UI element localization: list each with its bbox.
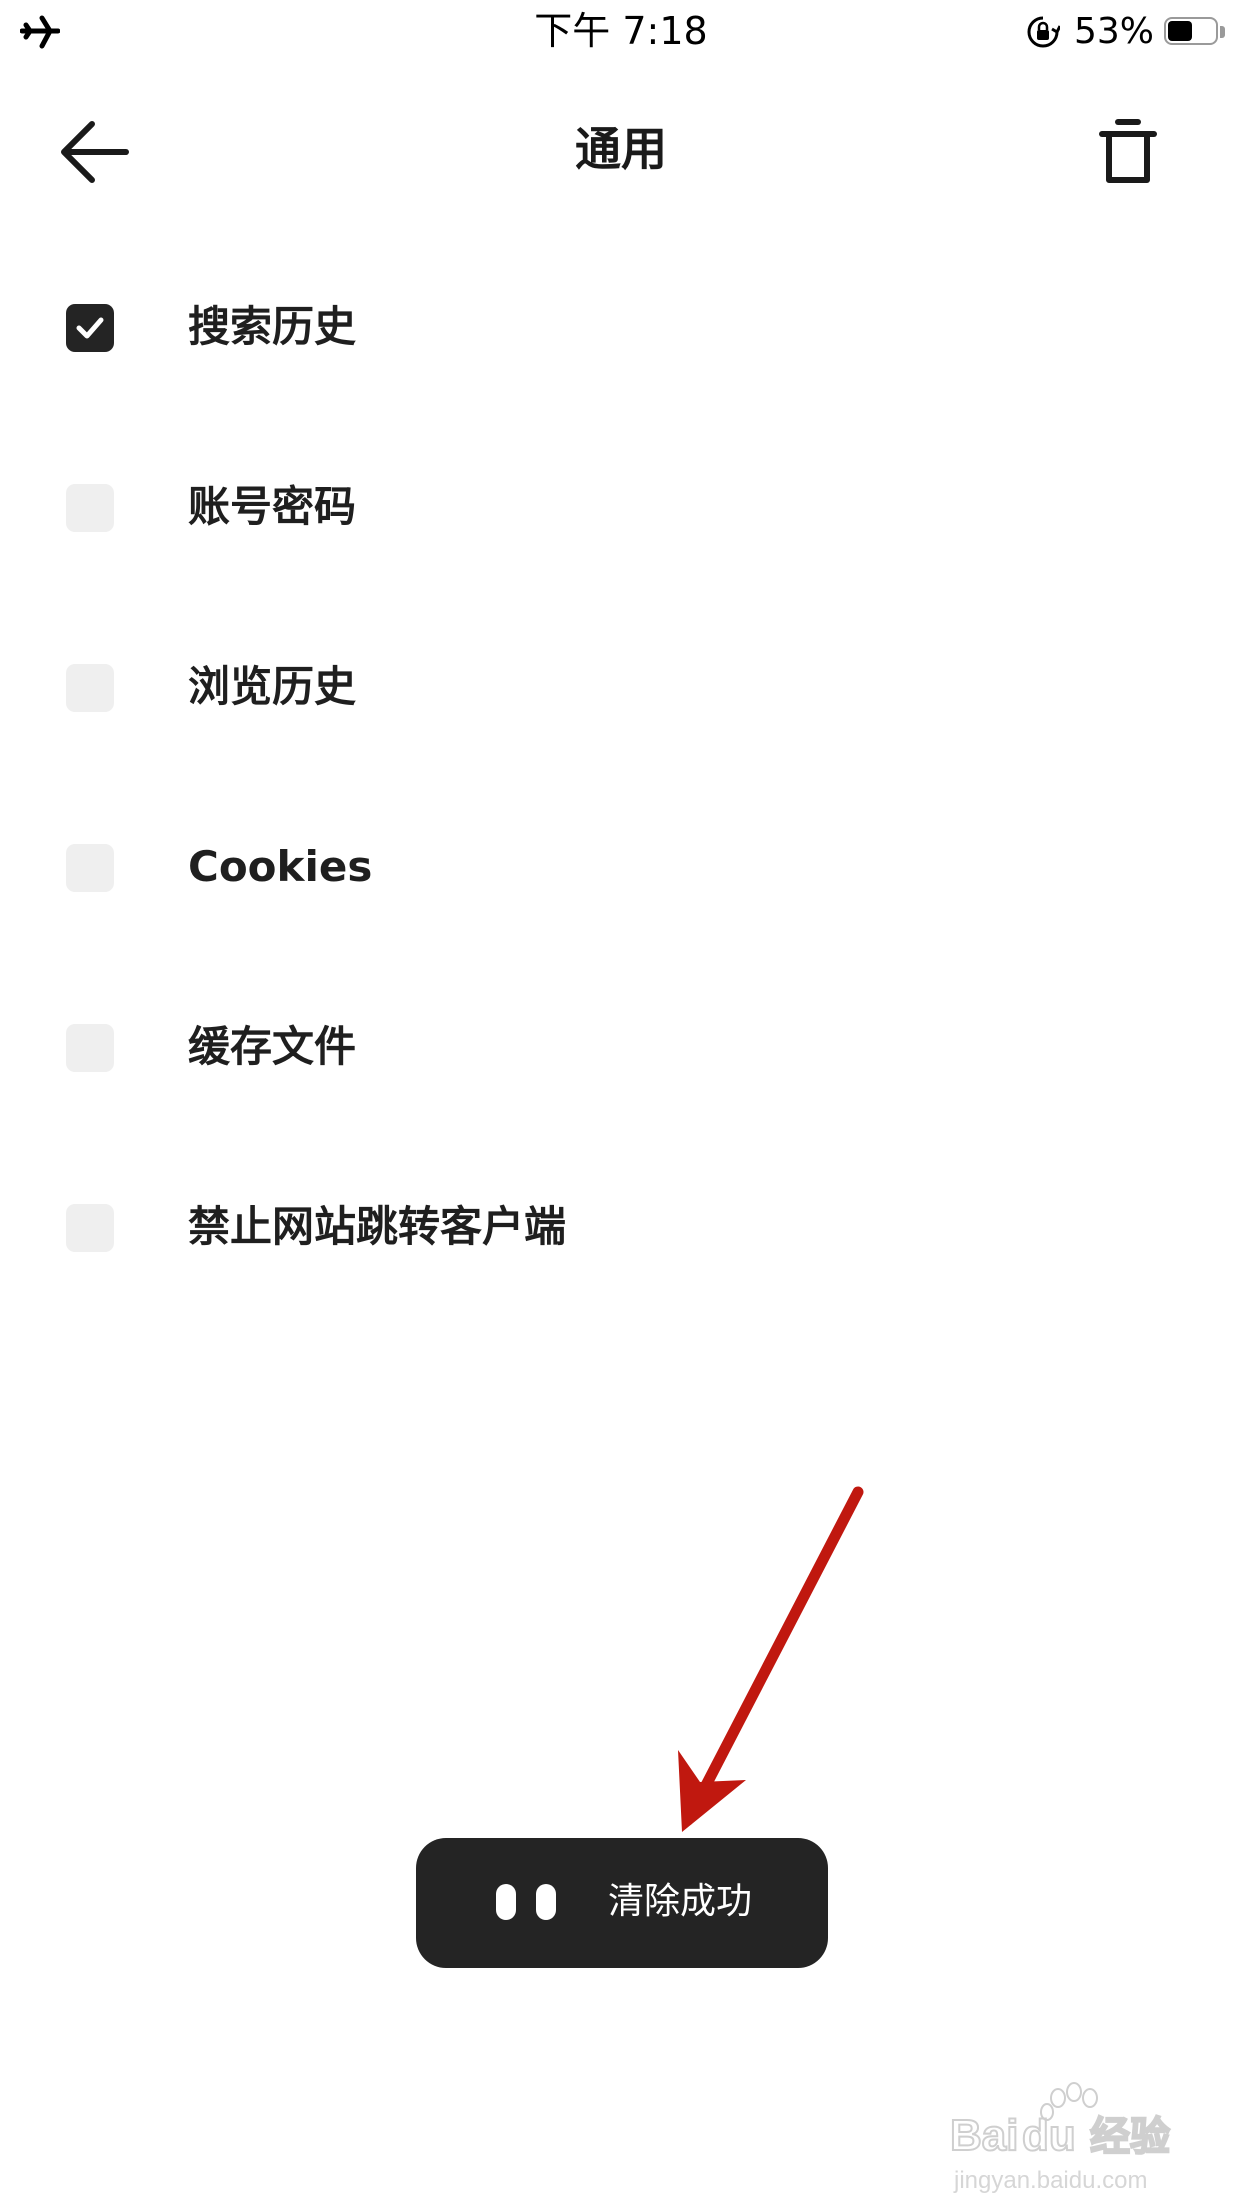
option-cache-files[interactable]: 缓存文件 [0,990,1242,1170]
status-right: 53% [1026,10,1228,54]
header: 通用 [0,96,1242,206]
option-label: 账号密码 [188,482,357,531]
checkbox[interactable] [66,304,114,352]
orientation-lock-icon [1027,16,1060,48]
watermark-logo: Bai du 经验 jingyan.baidu.com [949,2078,1220,2198]
annotation-arrow [678,1486,864,1832]
option-label: 缓存文件 [188,1022,357,1071]
checkbox[interactable] [66,844,114,892]
option-label: 浏览历史 [188,662,357,711]
option-browsing-history[interactable]: 浏览历史 [0,630,1242,810]
battery-icon [1164,17,1228,47]
svg-text:Bai: Bai [950,2111,1018,2160]
option-account-passwords[interactable]: 账号密码 [0,450,1242,630]
eyes-icon [496,1884,556,1920]
option-block-app-redirect[interactable]: 禁止网站跳转客户端 [0,1170,1242,1350]
option-label: 搜索历史 [188,302,357,351]
checkbox[interactable] [66,664,114,712]
delete-button[interactable] [1090,114,1166,190]
svg-text:du: du [1022,2111,1076,2160]
option-cookies[interactable]: Cookies [0,810,1242,990]
svg-text:jingyan.baidu.com: jingyan.baidu.com [953,2167,1147,2194]
trash-icon [1099,119,1157,183]
option-search-history[interactable]: 搜索历史 [0,270,1242,450]
checkmark-icon [76,317,104,339]
option-label: Cookies [188,842,373,891]
battery-percent: 53% [1073,11,1154,52]
baidu-logo: Bai du 经验 jingyan.baidu.com [949,2082,1171,2194]
clear-data-options: 搜索历史 账号密码 浏览历史 Cookies 缓存文件 禁止网站跳转客户端 [0,270,1242,1350]
checkbox[interactable] [66,484,114,532]
checkbox[interactable] [66,1024,114,1072]
page-title: 通用 [575,122,667,176]
svg-text:经验: 经验 [1090,2114,1170,2160]
status-bar: 下午 7:18 53% [0,0,1242,64]
checkbox[interactable] [66,1204,114,1252]
toast-message: 清除成功 [608,1881,753,1922]
option-label: 禁止网站跳转客户端 [188,1202,567,1251]
toast: 清除成功 [416,1838,828,1968]
